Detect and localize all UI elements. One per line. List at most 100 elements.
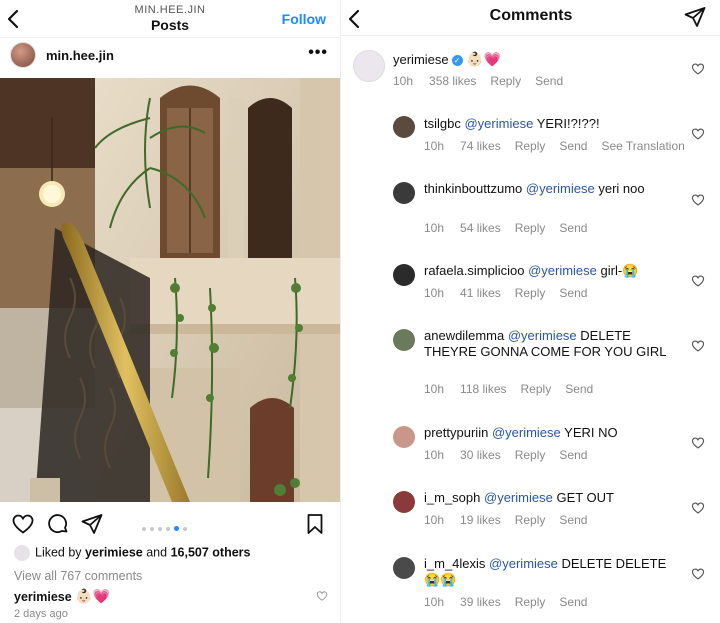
comment-text: yerimiese ✓ 👶🏻💗: [393, 51, 501, 68]
comment-username[interactable]: i_m_soph: [424, 490, 480, 505]
heart-icon[interactable]: [691, 274, 705, 288]
send-button[interactable]: Send: [535, 74, 563, 88]
post-username[interactable]: min.hee.jin: [46, 48, 114, 63]
mention-link[interactable]: @yerimiese: [489, 556, 558, 571]
likes-summary[interactable]: Liked by yerimiese and 16,507 others: [14, 545, 250, 561]
reply-button[interactable]: Reply: [515, 448, 546, 462]
comment-time: 10h: [424, 382, 445, 396]
send-button[interactable]: Send: [559, 448, 587, 462]
send-button[interactable]: Send: [559, 286, 587, 300]
reply-button[interactable]: Reply: [490, 74, 521, 88]
comment-username[interactable]: anewdilemma: [424, 328, 504, 343]
bookmark-icon[interactable]: [303, 512, 327, 536]
see-translation-link[interactable]: See Translation: [601, 139, 684, 153]
comment-username[interactable]: thinkinbouttzumo: [424, 181, 522, 196]
comment-likes[interactable]: 41 likes: [460, 286, 501, 300]
comment-username[interactable]: rafaela.simplicioo: [424, 263, 524, 278]
avatar: [14, 545, 30, 561]
comment-text: anewdilemma @yerimiese DELETE THEYRE GON…: [424, 328, 674, 360]
comment-likes[interactable]: 39 likes: [460, 595, 501, 609]
comment-meta: 10h 19 likes Reply Send: [424, 513, 601, 527]
comment-likes[interactable]: 30 likes: [460, 448, 501, 462]
comment-likes[interactable]: 54 likes: [460, 221, 501, 235]
comment-likes[interactable]: 19 likes: [460, 513, 501, 527]
reply-button[interactable]: Reply: [515, 286, 546, 300]
comment-time: 10h: [424, 139, 445, 153]
send-button[interactable]: Send: [559, 221, 587, 235]
verified-icon: ✓: [451, 55, 463, 66]
caption: yerimiese 👶🏻💗: [14, 588, 110, 605]
comment-text: tsilgbc @yerimiese YERI!?!??!: [424, 116, 684, 132]
avatar[interactable]: [10, 42, 36, 68]
post-author: min.hee.jin •••: [0, 38, 340, 78]
follow-button[interactable]: Follow: [282, 11, 326, 27]
send-button[interactable]: Send: [559, 139, 587, 153]
comment-meta: 10h 41 likes Reply Send: [424, 286, 601, 300]
avatar[interactable]: [393, 491, 415, 513]
comment-username[interactable]: tsilgbc: [424, 116, 461, 131]
mention-link[interactable]: @yerimiese: [528, 263, 597, 278]
avatar[interactable]: [353, 50, 385, 82]
avatar[interactable]: [393, 557, 415, 579]
comment-likes[interactable]: 118 likes: [460, 382, 506, 396]
mention-link[interactable]: @yerimiese: [526, 181, 595, 196]
post-actions: [0, 510, 340, 538]
comment-text: i_m_4lexis @yerimiese DELETE DELETE 😭😭: [424, 556, 674, 588]
mention-link[interactable]: @yerimiese: [492, 425, 561, 440]
avatar[interactable]: [393, 329, 415, 351]
comment-time: 10h: [424, 595, 445, 609]
avatar[interactable]: [393, 426, 415, 448]
caption-username[interactable]: yerimiese: [14, 590, 72, 604]
send-button[interactable]: Send: [559, 595, 587, 609]
avatar[interactable]: [393, 264, 415, 286]
comment-text: prettypuriin @yerimiese YERI NO: [424, 425, 684, 441]
comment-body: GET OUT: [556, 490, 614, 505]
liked-by-user[interactable]: yerimiese: [85, 545, 143, 559]
share-icon[interactable]: [683, 5, 707, 29]
carousel-dot: [158, 526, 162, 531]
comment-text: i_m_soph @yerimiese GET OUT: [424, 490, 684, 506]
comment-username[interactable]: prettypuriin: [424, 425, 488, 440]
liked-by-others[interactable]: 16,507 others: [171, 545, 251, 559]
comment-likes[interactable]: 358 likes: [429, 74, 476, 88]
caption-heart-icon[interactable]: [316, 590, 328, 602]
comment-time: 10h: [424, 221, 445, 235]
mention-link[interactable]: @yerimiese: [484, 490, 553, 505]
reply-button[interactable]: Reply: [515, 595, 546, 609]
post-date: 2 days ago: [14, 608, 68, 620]
avatar[interactable]: [393, 116, 415, 138]
mention-link[interactable]: @yerimiese: [464, 116, 533, 131]
reply-button[interactable]: Reply: [515, 221, 546, 235]
post-header: MIN.HEE.JIN Posts Follow: [0, 0, 340, 38]
reply-button[interactable]: Reply: [515, 513, 546, 527]
heart-icon[interactable]: [691, 436, 705, 450]
carousel-dot: [142, 526, 146, 531]
heart-icon[interactable]: [691, 193, 705, 207]
send-button[interactable]: Send: [565, 382, 593, 396]
heart-icon[interactable]: [11, 512, 35, 536]
comment-likes[interactable]: 74 likes: [460, 139, 501, 153]
comment-username[interactable]: i_m_4lexis: [424, 556, 485, 571]
carousel-dot: [150, 526, 154, 531]
comment-icon[interactable]: [46, 512, 70, 536]
view-all-comments-link[interactable]: View all 767 comments: [14, 569, 142, 583]
heart-icon[interactable]: [691, 501, 705, 515]
more-options-icon[interactable]: •••: [308, 44, 328, 62]
heart-icon[interactable]: [691, 339, 705, 353]
avatar[interactable]: [393, 182, 415, 204]
post-image[interactable]: [0, 78, 340, 502]
liked-by-prefix: Liked by: [35, 545, 82, 560]
comment-meta: 10h 118 likes Reply Send: [424, 382, 607, 396]
heart-icon[interactable]: [691, 127, 705, 141]
reply-button[interactable]: Reply: [521, 382, 552, 396]
carousel-indicator: [142, 520, 191, 532]
heart-icon[interactable]: [691, 62, 705, 76]
heart-icon[interactable]: [691, 567, 705, 581]
share-icon[interactable]: [80, 512, 104, 536]
mention-link[interactable]: @yerimiese: [508, 328, 577, 343]
comment-username[interactable]: yerimiese: [393, 52, 449, 67]
comment-time: 10h: [424, 448, 445, 462]
reply-button[interactable]: Reply: [515, 139, 546, 153]
send-button[interactable]: Send: [559, 513, 587, 527]
comment-text: rafaela.simplicioo @yerimiese girl-😭: [424, 263, 684, 279]
